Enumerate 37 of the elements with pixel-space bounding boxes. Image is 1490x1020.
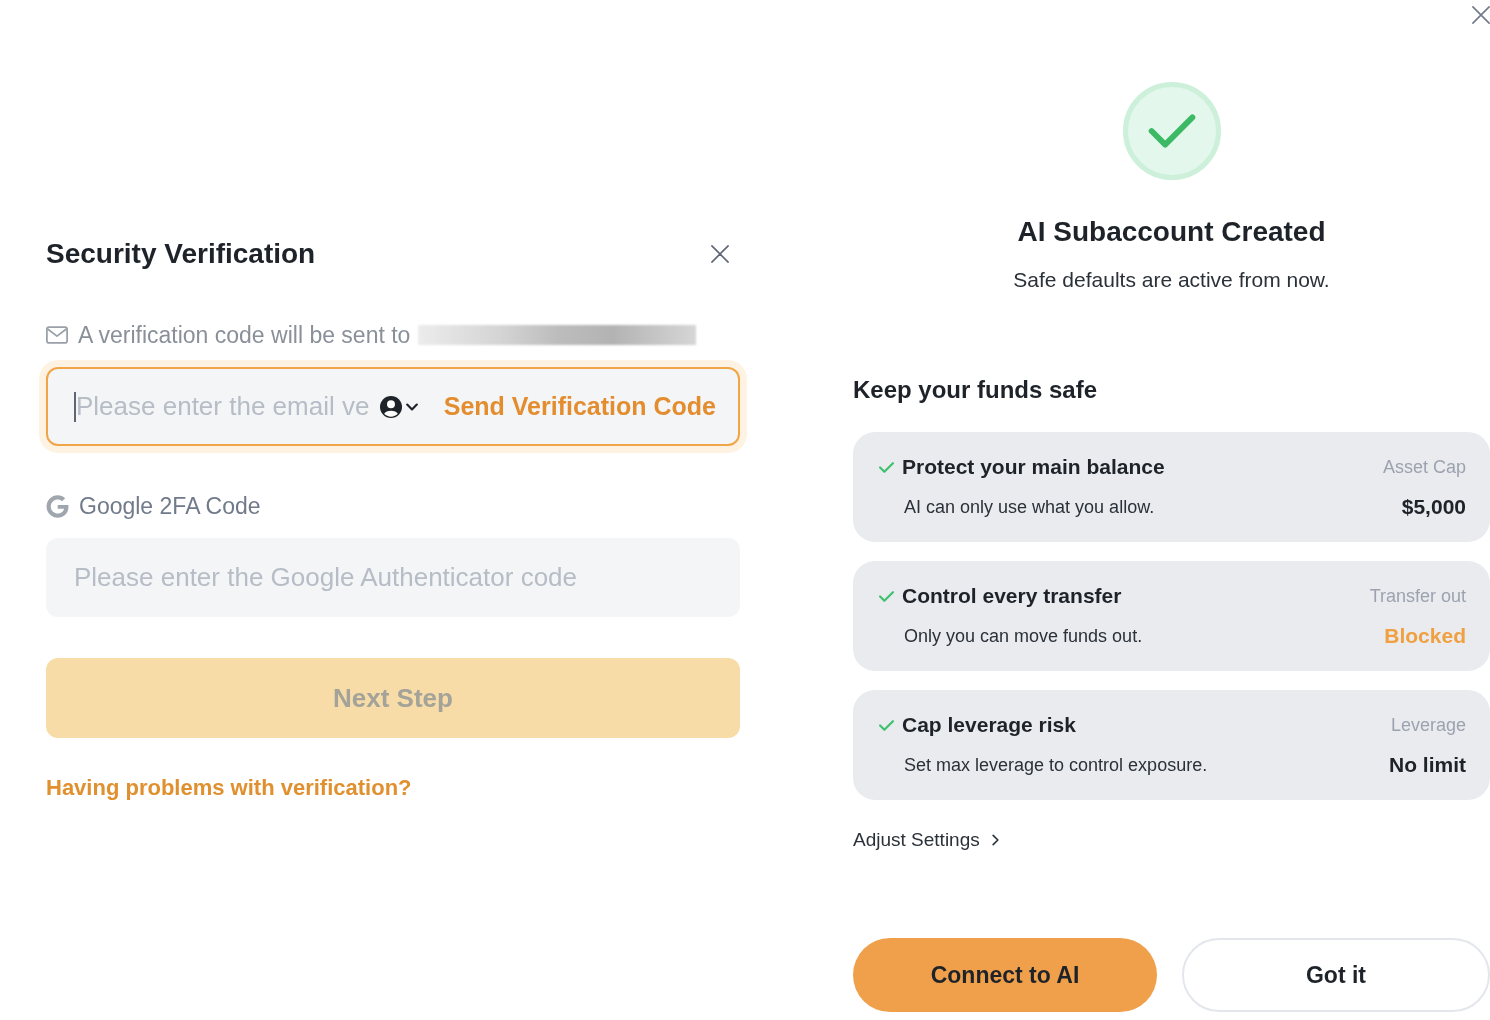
help-link[interactable]: Having problems with verification? xyxy=(46,775,412,800)
text-cursor-icon xyxy=(74,391,76,422)
dialog-title: Security Verification xyxy=(46,237,316,271)
connect-button[interactable]: Connect to AI xyxy=(853,938,1157,1012)
setting-value: $5,000 xyxy=(1401,494,1466,521)
send-code-button[interactable]: Send Verification Code xyxy=(443,387,716,426)
person-circle-icon[interactable] xyxy=(380,395,402,418)
check-icon xyxy=(879,590,894,602)
close-button[interactable] xyxy=(710,244,730,264)
confirm-button[interactable]: Got it xyxy=(1182,938,1490,1012)
chevron-down-icon[interactable] xyxy=(406,402,418,411)
safeguard-title: Protect your main balance xyxy=(902,454,1165,481)
close-icon xyxy=(1472,6,1490,24)
email-notice: A verification code will be sent to xyxy=(78,320,411,350)
close-icon xyxy=(711,245,729,263)
section-title: Keep your funds safe xyxy=(853,375,1099,405)
safeguard-title: Cap leverage risk xyxy=(902,712,1076,739)
setting-label: Asset Cap xyxy=(1382,455,1466,479)
safeguard-description: Set max leverage to control exposure. xyxy=(904,753,1208,777)
authenticator-code-field[interactable]: Please enter the Google Authenticator code xyxy=(46,538,740,617)
setting-label: Transfer out xyxy=(1369,584,1466,608)
success-title: AI Subaccount Created xyxy=(1016,215,1327,249)
success-subtitle: Safe defaults are active from now. xyxy=(1012,267,1331,293)
safeguard-description: AI can only use what you allow. xyxy=(904,495,1155,519)
safeguard-title: Control every transfer xyxy=(902,583,1122,610)
setting-value: No limit xyxy=(1389,752,1466,779)
close-button[interactable] xyxy=(1472,5,1490,25)
mail-icon xyxy=(46,326,68,344)
g-logo-icon xyxy=(46,494,69,518)
check-icon xyxy=(879,461,894,473)
field-label: Google 2FA Code xyxy=(79,491,261,521)
safeguard-description: Only you can move funds out. xyxy=(904,624,1143,648)
check-icon xyxy=(879,719,894,731)
setting-label: Leverage xyxy=(1390,713,1466,737)
setting-value: Blocked xyxy=(1384,623,1466,650)
chevron-right-icon xyxy=(991,834,999,847)
adjust-settings-link[interactable]: Adjust Settings xyxy=(853,826,999,855)
